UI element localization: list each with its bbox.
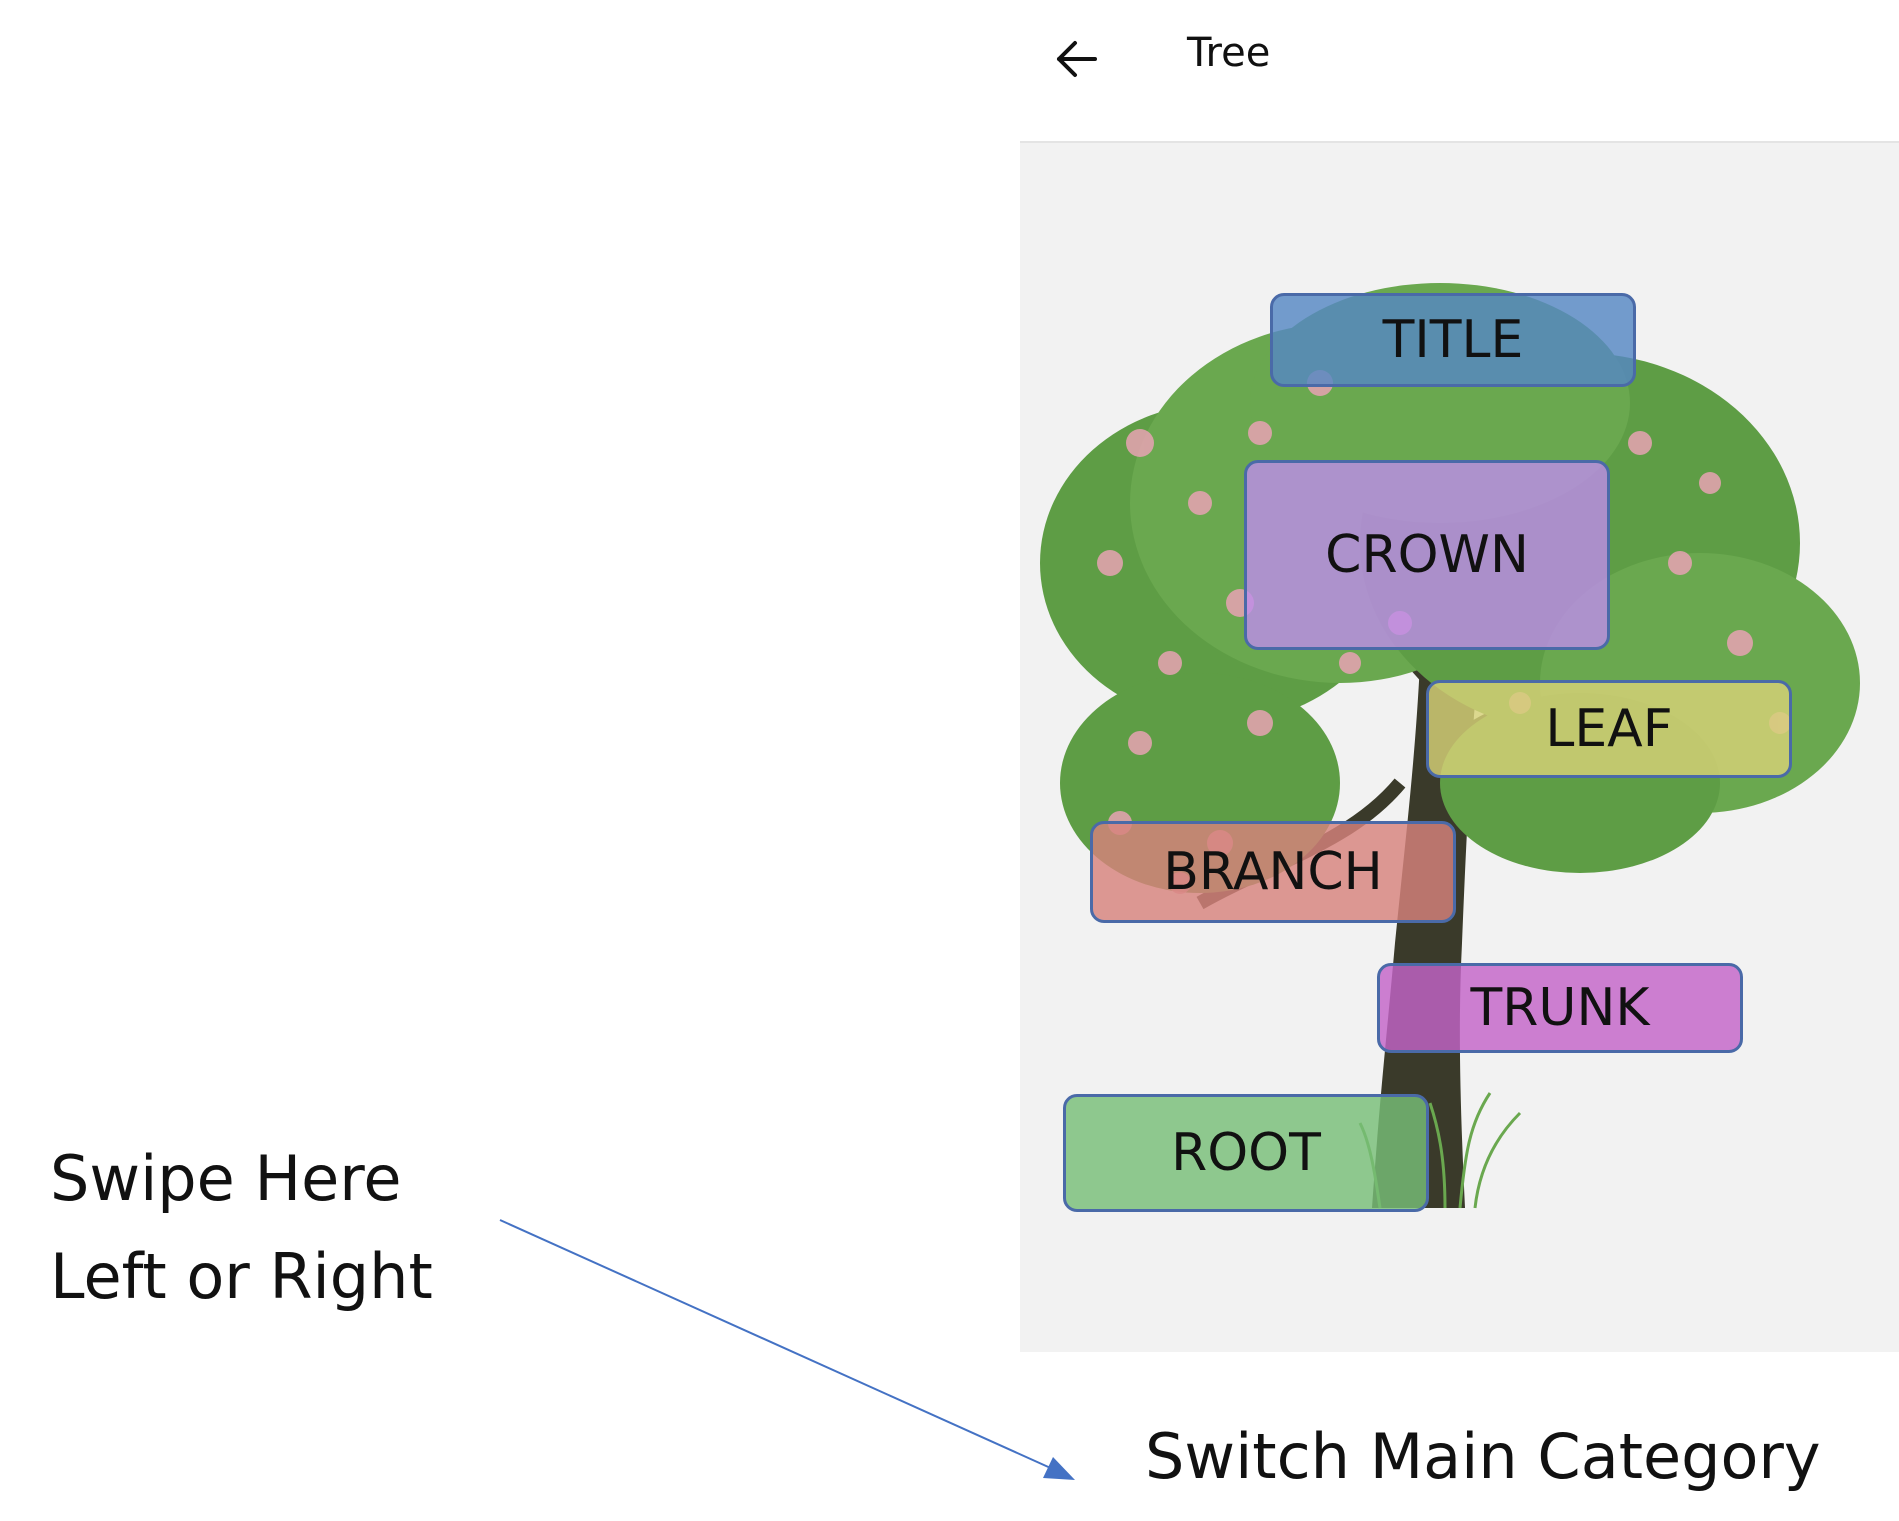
swipe-instruction-line2: Left or Right [50,1240,433,1313]
swipe-instruction: Swipe Here Left or Right [50,1130,433,1326]
category-title[interactable]: TITLE [1270,293,1636,387]
switch-main-category[interactable]: Switch Main Category [1145,1420,1821,1493]
tree-canvas[interactable]: TITLE CROWN LEAF BRANCH TRUNK ROOT [1020,143,1899,1352]
app-header: Tree [1020,0,1899,143]
arrow-left-icon [1057,41,1097,77]
category-root[interactable]: ROOT [1063,1094,1429,1212]
category-leaf[interactable]: LEAF [1426,680,1792,778]
category-crown[interactable]: CROWN [1244,460,1610,650]
swipe-instruction-line1: Swipe Here [50,1142,402,1215]
back-button[interactable] [1042,24,1112,94]
category-branch[interactable]: BRANCH [1090,821,1456,923]
category-trunk[interactable]: TRUNK [1377,963,1743,1053]
page-title: Tree [1187,30,1271,76]
